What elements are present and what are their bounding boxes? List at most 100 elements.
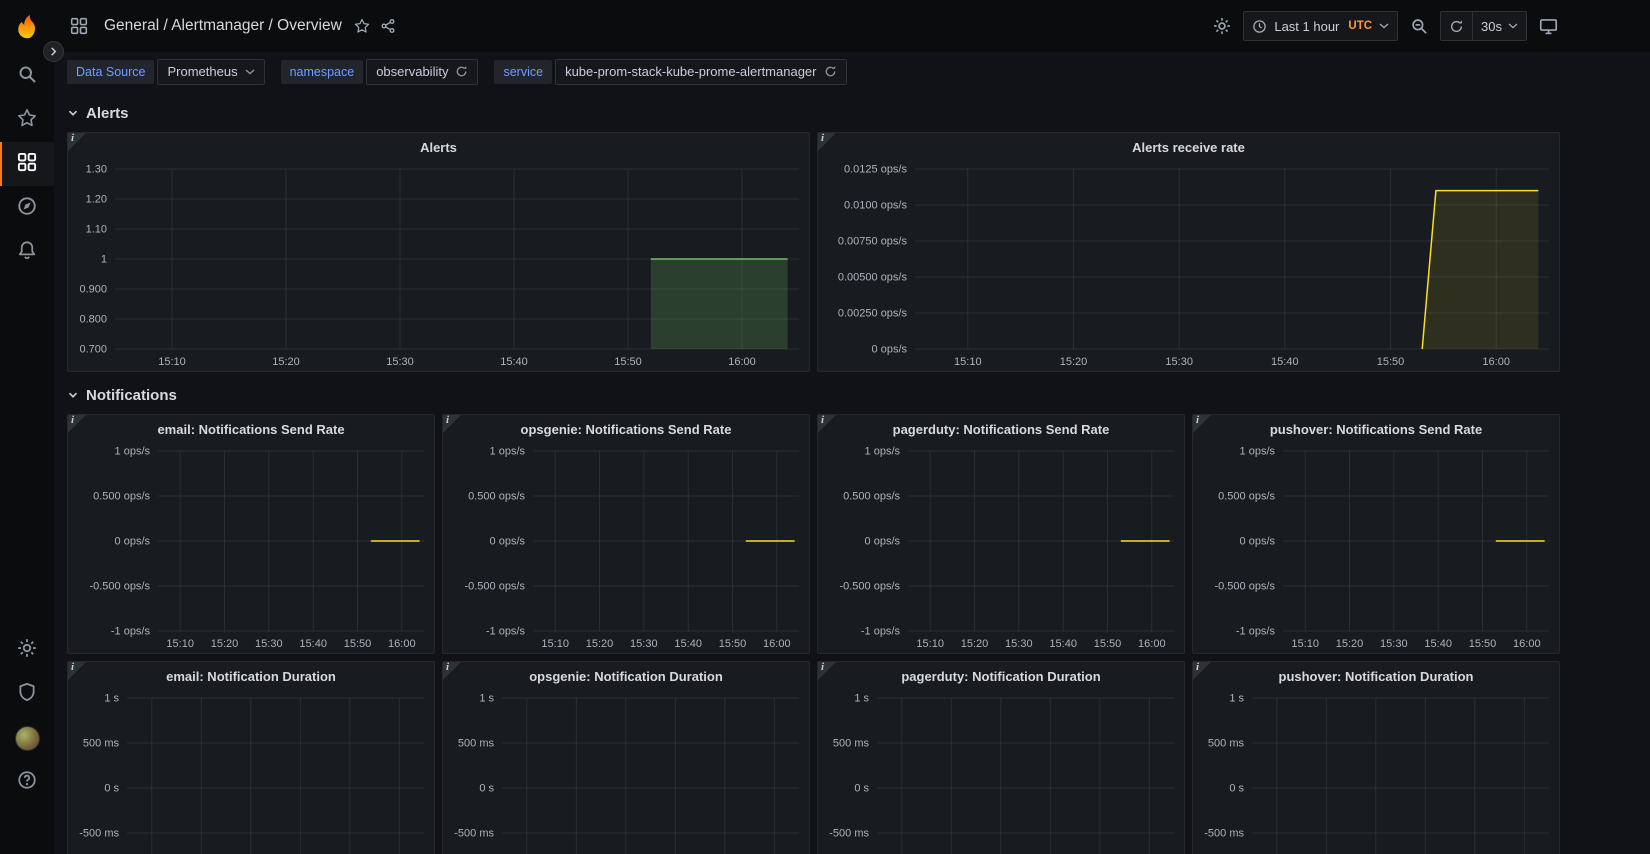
svg-text:15:50: 15:50 <box>344 638 372 650</box>
section-title: Alerts <box>86 104 129 122</box>
sidebar-item-help[interactable] <box>0 760 54 804</box>
svg-text:-500 ms: -500 ms <box>454 828 494 840</box>
panel-info-icon[interactable]: i <box>818 415 837 434</box>
panel-title[interactable]: pushover: Notifications Send Rate <box>1193 415 1559 443</box>
svg-text:15:30: 15:30 <box>1165 356 1193 368</box>
sidebar-expand-button[interactable] <box>43 41 64 62</box>
dashboard-settings-gear-icon[interactable] <box>1213 17 1231 35</box>
sidebar-item-search[interactable] <box>0 54 54 98</box>
variable-value-picker[interactable]: observability <box>366 58 479 86</box>
panel-chart[interactable]: 15:10 15:20 15:30 15:40 15:50 16:00 1 ops/s 0.5… <box>68 443 434 653</box>
panel-title[interactable]: pagerduty: Notifications Send Rate <box>818 415 1184 443</box>
dashboard-section: Alerts i Alerts 15:10 15:20 15:30 15:40 15:5… <box>67 100 1650 372</box>
panel-chart[interactable]: 15:10 15:20 15:30 15:40 15:50 16:00 1 ops/s 0.5… <box>1193 443 1559 653</box>
svg-text:15:20: 15:20 <box>272 356 300 368</box>
panel-title[interactable]: email: Notifications Send Rate <box>68 415 434 443</box>
svg-text:16:00: 16:00 <box>1138 638 1166 650</box>
gear-icon <box>17 638 37 663</box>
panel-info-icon[interactable]: i <box>818 133 837 152</box>
chevron-down-icon <box>245 69 255 75</box>
svg-text:15:10: 15:10 <box>954 356 982 368</box>
panel-info-icon[interactable]: i <box>1193 415 1212 434</box>
svg-text:15:10: 15:10 <box>158 356 186 368</box>
panel-chart[interactable]: 15:1015:2015:3015:4015:5016:001 s500 ms0… <box>1193 690 1559 854</box>
time-range-label: Last 1 hour <box>1274 18 1340 34</box>
svg-text:16:00: 16:00 <box>1513 638 1541 650</box>
refresh-interval-picker[interactable]: 30s <box>1472 12 1526 40</box>
grafana-logo-icon[interactable] <box>13 12 41 40</box>
svg-text:15:20: 15:20 <box>1336 638 1364 650</box>
svg-text:-500 ms: -500 ms <box>79 828 119 840</box>
refresh-button[interactable] <box>1441 12 1472 40</box>
svg-text:0.500 ops/s: 0.500 ops/s <box>468 491 525 503</box>
panel-title[interactable]: opsgenie: Notification Duration <box>443 662 809 690</box>
svg-text:1 s: 1 s <box>854 693 869 705</box>
sidebar-item-alerting[interactable] <box>0 230 54 274</box>
panel-chart[interactable]: 15:10 15:20 15:30 15:40 15:50 16:00 1 ops/s 0.5… <box>818 443 1184 653</box>
variable-value-picker[interactable]: kube-prom-stack-kube-prome-alertmanager <box>555 58 847 86</box>
top-navigation: General / Alertmanager / Overview Last 1… <box>54 0 1650 52</box>
panel-title[interactable]: pushover: Notification Duration <box>1193 662 1559 690</box>
sidebar-item-configuration[interactable] <box>0 628 54 672</box>
svg-text:15:40: 15:40 <box>674 638 702 650</box>
variable-value: kube-prom-stack-kube-prome-alertmanager <box>565 63 817 79</box>
time-range-picker[interactable]: Last 1 hour UTC <box>1243 11 1399 41</box>
sidebar-item-dashboards[interactable] <box>0 142 54 186</box>
breadcrumb[interactable]: General / Alertmanager / Overview <box>104 17 342 35</box>
svg-text:0.00500 ops/s: 0.00500 ops/s <box>838 272 908 284</box>
sidebar-item-profile[interactable] <box>0 716 54 760</box>
variable-namespace: namespace observability <box>280 58 479 86</box>
svg-text:0.500 ops/s: 0.500 ops/s <box>1218 491 1275 503</box>
sidebar-item-explore[interactable] <box>0 186 54 230</box>
svg-text:0 ops/s: 0 ops/s <box>115 536 151 548</box>
tv-view-icon[interactable] <box>1539 17 1558 36</box>
panel-title[interactable]: Alerts <box>68 133 809 161</box>
panel-chart[interactable]: 15:1015:2015:3015:4015:5016:001 s500 ms0… <box>818 690 1184 854</box>
help-icon <box>17 770 37 795</box>
sidebar-item-starred[interactable] <box>0 98 54 142</box>
svg-text:0.700: 0.700 <box>79 344 107 356</box>
section-toggle[interactable]: Notifications <box>67 382 1650 408</box>
panel: i opsgenie: Notifications Send Rate 15:1… <box>442 414 810 654</box>
panel-title[interactable]: Alerts receive rate <box>818 133 1559 161</box>
share-icon[interactable] <box>380 18 396 34</box>
panel-chart[interactable]: 15:10 15:20 15:30 15:40 15:50 16:00 0.0125 ops… <box>818 161 1559 371</box>
svg-text:0 ops/s: 0 ops/s <box>872 344 908 356</box>
favorite-star-icon[interactable] <box>354 18 370 34</box>
refresh-interval-label: 30s <box>1481 18 1502 34</box>
panel-chart[interactable]: 15:10 15:20 15:30 15:40 15:50 16:00 1.30 1.20 1.… <box>68 161 809 371</box>
svg-text:500 ms: 500 ms <box>83 738 120 750</box>
refresh-controls: 30s <box>1440 11 1527 41</box>
variable-label: service <box>494 59 553 85</box>
svg-text:1 s: 1 s <box>1229 693 1244 705</box>
variable-value-picker[interactable]: Prometheus <box>157 58 265 86</box>
svg-text:15:40: 15:40 <box>299 638 327 650</box>
panel-chart[interactable]: 15:1015:2015:3015:4015:5016:001 s500 ms0… <box>68 690 434 854</box>
panel-grid: i Alerts 15:10 15:20 15:30 15:40 15:50 16:00 1… <box>67 132 1650 372</box>
panel-info-icon[interactable]: i <box>443 662 462 681</box>
panel-chart[interactable]: 15:10 15:20 15:30 15:40 15:50 16:00 1 ops/s 0.5… <box>443 443 809 653</box>
svg-text:0.500 ops/s: 0.500 ops/s <box>93 491 150 503</box>
sidebar-item-server-admin[interactable] <box>0 672 54 716</box>
panel-title[interactable]: opsgenie: Notifications Send Rate <box>443 415 809 443</box>
zoom-out-icon[interactable] <box>1410 17 1428 35</box>
panel-chart[interactable]: 15:1015:2015:3015:4015:5016:001 s500 ms0… <box>443 690 809 854</box>
variable-value: Prometheus <box>167 63 238 79</box>
shield-icon <box>17 682 37 707</box>
chart-svg: 15:10 15:20 15:30 15:40 15:50 16:00 1 ops/s 0.5… <box>89 446 424 650</box>
panel-title[interactable]: pagerduty: Notification Duration <box>818 662 1184 690</box>
panel-info-icon[interactable]: i <box>68 662 87 681</box>
chart-svg: 15:1015:2015:3015:4015:5016:001 s500 ms0… <box>454 693 799 854</box>
panel-info-icon[interactable]: i <box>1193 662 1212 681</box>
variables-bar: Data Source Prometheus namespace observa… <box>54 52 1650 92</box>
panel-title[interactable]: email: Notification Duration <box>68 662 434 690</box>
panel-info-icon[interactable]: i <box>68 415 87 434</box>
section-toggle[interactable]: Alerts <box>67 100 1650 126</box>
panel-info-icon[interactable]: i <box>818 662 837 681</box>
panel-info-icon[interactable]: i <box>68 133 87 152</box>
chart-svg: 15:10 15:20 15:30 15:40 15:50 16:00 0.0125 ops… <box>838 164 1549 368</box>
panel-info-icon[interactable]: i <box>443 415 462 434</box>
svg-text:16:00: 16:00 <box>1482 356 1510 368</box>
svg-text:15:40: 15:40 <box>1424 638 1452 650</box>
svg-text:15:30: 15:30 <box>630 638 658 650</box>
